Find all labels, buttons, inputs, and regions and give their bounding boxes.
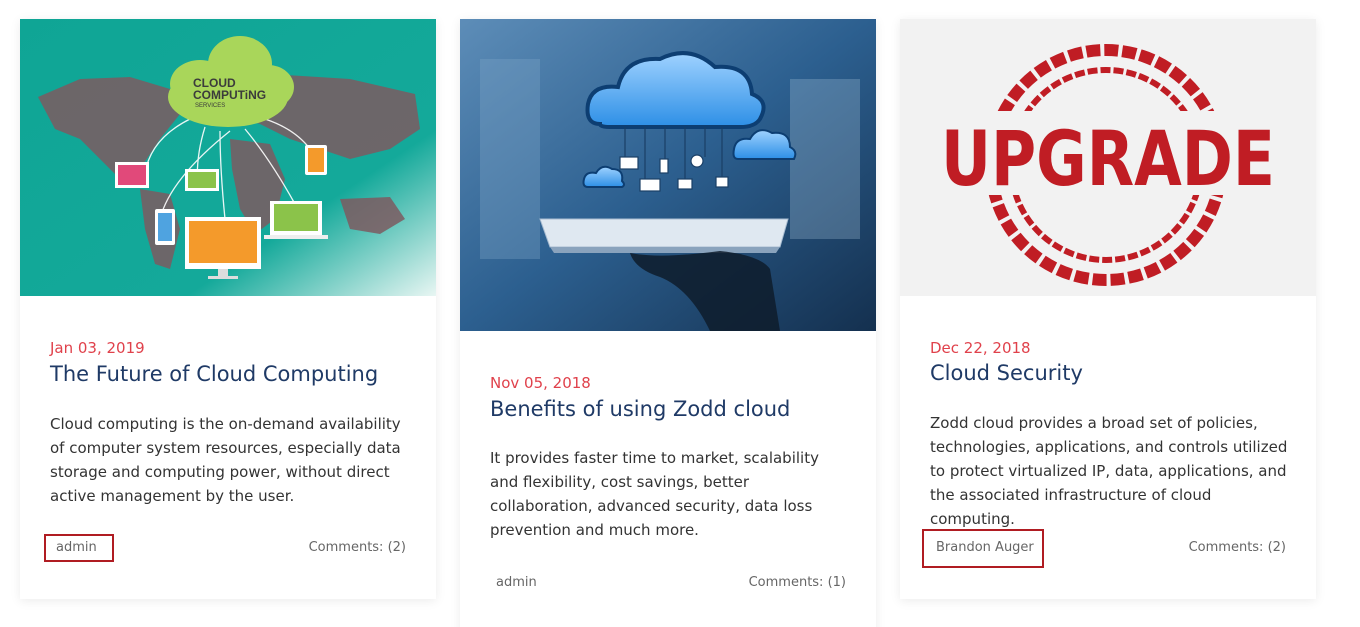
comments-link[interactable]: Comments: (2) <box>309 540 406 555</box>
comments-link[interactable]: Comments: (2) <box>1189 540 1286 555</box>
author-link[interactable]: admin <box>496 575 537 590</box>
cloud-on-tablet-image <box>460 19 876 331</box>
post-thumbnail[interactable]: CLOUD COMPUTiNG SERVICES <box>20 19 436 296</box>
blog-card: CLOUD COMPUTiNG SERVICES Jan 03, 2019 Th… <box>20 19 436 599</box>
post-excerpt: Zodd cloud provides a broad set of polic… <box>930 414 1288 528</box>
post-excerpt: Cloud computing is the on-demand availab… <box>50 415 401 505</box>
post-thumbnail[interactable] <box>460 19 876 331</box>
blog-card: Nov 05, 2018 Benefits of using Zodd clou… <box>460 19 876 627</box>
upgrade-stamp-image: UPGRADE <box>900 19 1316 296</box>
svg-text:SERVICES: SERVICES <box>195 103 225 109</box>
svg-text:COMPUTiNG: COMPUTiNG <box>193 88 266 102</box>
post-date: Nov 05, 2018 <box>490 374 591 392</box>
post-excerpt: It provides faster time to market, scala… <box>490 449 819 539</box>
post-date: Dec 22, 2018 <box>930 339 1031 357</box>
post-title-link[interactable]: The Future of Cloud Computing <box>50 362 410 386</box>
author-link[interactable]: admin <box>56 540 97 555</box>
post-title-link[interactable]: Benefits of using Zodd cloud <box>490 397 850 421</box>
post-thumbnail[interactable]: UPGRADE <box>900 19 1316 296</box>
author-link[interactable]: Brandon Auger <box>936 540 1034 555</box>
svg-text:UPGRADE: UPGRADE <box>941 114 1275 203</box>
blog-card: UPGRADE Dec 22, 2018 Cloud Security Zodd… <box>900 19 1316 599</box>
comments-link[interactable]: Comments: (1) <box>749 575 846 590</box>
cloud-computing-world-map-image: CLOUD COMPUTiNG SERVICES <box>20 19 436 296</box>
post-date: Jan 03, 2019 <box>50 339 145 357</box>
post-title-link[interactable]: Cloud Security <box>930 361 1290 385</box>
